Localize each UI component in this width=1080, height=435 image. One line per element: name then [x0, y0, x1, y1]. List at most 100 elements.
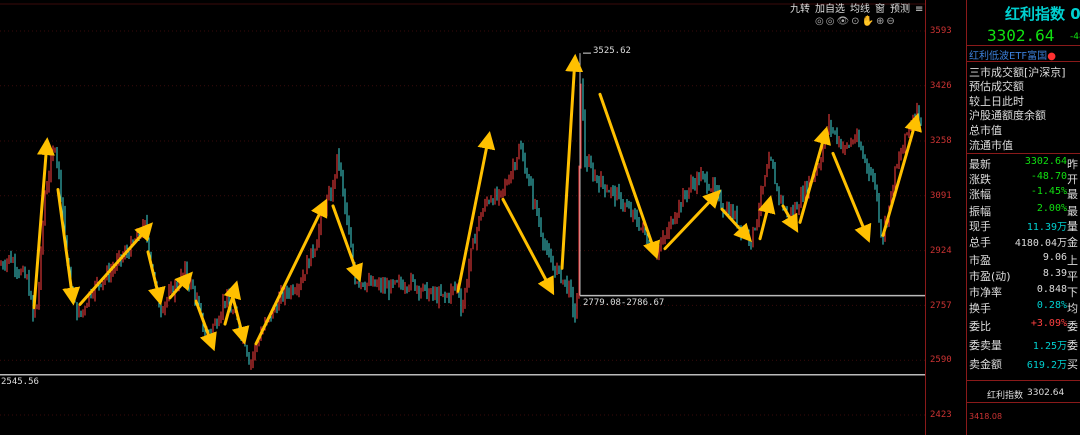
toolbar-window[interactable]: 窗 [875, 4, 885, 15]
trend-arrow [798, 126, 831, 224]
stat-right-label: 量 [1067, 220, 1078, 233]
market-cap-label: 总市值 [969, 124, 1002, 137]
stat-row: 总手 4180.04万金 [969, 234, 1080, 249]
stat-right-label: 均 [1067, 302, 1078, 315]
stat-value: 0.848 [1036, 284, 1067, 295]
stat-label: 委卖量 [969, 339, 1002, 352]
stat-right-label: 买 [1067, 358, 1078, 371]
mini-chart-tick: 3418.08 [969, 412, 1003, 421]
est-turnover-label: 预估成交额 [969, 80, 1024, 93]
divider [967, 45, 1080, 46]
stat-value: 11.39万 [1026, 222, 1067, 233]
y-tick: 2757 [930, 301, 952, 311]
stat-row: 现手 11.39万量 [969, 218, 1080, 233]
y-tick: 3258 [930, 136, 952, 146]
toolbar-jiuzhuan[interactable]: 九转 [790, 4, 810, 15]
y-tick: 2423 [930, 410, 952, 420]
eye-icon[interactable]: 👁 [836, 16, 851, 27]
y-tick: 3426 [930, 81, 952, 91]
stat-row: 最新 3302.64 昨 [969, 156, 1080, 171]
mini-chart-value: 3302.64 [1027, 388, 1065, 398]
stat-label: 最新 [969, 158, 991, 171]
y-tick: 3091 [930, 191, 952, 201]
stat-row: 卖金额 619.2万买 [969, 356, 1080, 371]
divider [967, 153, 1080, 154]
stat-label: 市盈 [969, 254, 991, 267]
trend-arrow [560, 53, 584, 270]
stat-label: 换手 [969, 302, 991, 315]
stat-value: 4180.04万 [1014, 238, 1067, 249]
stat-row: 涨跌 -48.70 开 [969, 171, 1080, 186]
y-tick: 2590 [930, 355, 952, 365]
stat-value: -48.70 [1030, 171, 1067, 182]
current-price: 3302.64 [987, 26, 1055, 45]
toolbar-moving-average[interactable]: 均线 [850, 4, 870, 15]
candlestick-chart[interactable]: 九转 加自选 均线窗预测 ≡ ◎◎👁⊙✋⊕⊖ 3525.62 2779.08-2786… [0, 0, 925, 435]
target-icon[interactable]: ◎ [826, 16, 837, 27]
y-tick: 3593 [930, 26, 952, 36]
etf-link[interactable]: 红利低波ETF富国● [969, 47, 1056, 62]
stat-value: 3302.64 [1024, 156, 1067, 167]
trend-arrow [831, 151, 872, 243]
stat-value: 1.25万 [1032, 341, 1067, 352]
stat-right-label: 平 [1067, 270, 1078, 283]
stat-row: 振幅 2.00% 最 [969, 203, 1080, 218]
stat-value: 0.28% [1036, 300, 1067, 311]
trend-arrow [881, 112, 922, 237]
stat-label: 委比 [969, 320, 991, 333]
divider [967, 402, 1080, 403]
stat-label: 市盈(动) [969, 270, 1011, 283]
stat-label: 涨跌 [969, 173, 991, 186]
stat-right-label: 下 [1067, 286, 1078, 299]
connect-quota-label: 沪股通额度余额 [969, 109, 1046, 122]
toolbar-forecast[interactable]: 预测 [890, 4, 910, 15]
range-marker-label: 2779.08-2786.67 [583, 298, 665, 308]
zoom-in-icon[interactable]: ⊕ [876, 16, 886, 27]
price-axis: 3593 3426 3258 3091 2924 2757 2590 2423 [925, 0, 966, 435]
trend-arrow [331, 204, 363, 283]
stat-right-label: 委 [1067, 339, 1078, 352]
stat-value: 8.39 [1042, 268, 1067, 279]
stat-right-label: 上 [1067, 254, 1078, 267]
stat-value: +3.09% [1030, 318, 1067, 329]
quote-panel: 红利指数 0 3302.64 -48 红利低波ETF富国● 三市成交额[沪深京]… [966, 0, 1080, 435]
stat-row: 委比 +3.09% 委 [969, 318, 1080, 333]
stat-row: 涨幅 -1.45% 最 [969, 186, 1080, 201]
stat-label: 振幅 [969, 205, 991, 218]
stat-value: 9.06 [1042, 252, 1067, 263]
trend-arrow [78, 222, 153, 306]
settings-icon[interactable]: ◎ [815, 16, 826, 27]
high-marker-label: 3525.62 [593, 46, 631, 56]
stat-label: 卖金额 [969, 358, 1002, 371]
focus-icon[interactable]: ⊙ [851, 16, 861, 27]
hand-icon[interactable]: ✋ [862, 16, 876, 27]
low-marker-label: 2545.56 [1, 377, 39, 387]
stat-label: 总手 [969, 236, 991, 249]
y-tick: 2924 [930, 246, 952, 256]
stat-right-label: 金 [1067, 236, 1078, 249]
zoom-out-icon[interactable]: ⊖ [886, 16, 896, 27]
stat-row: 委卖量 1.25万委 [969, 337, 1080, 352]
mini-chart-label: 红利指数 [987, 391, 1024, 401]
stat-row: 市盈 9.06 上 [969, 252, 1080, 267]
toolbar-add-watchlist[interactable]: 加自选 [815, 4, 845, 15]
chart-canvas[interactable] [0, 0, 925, 435]
price-change: -48 [1070, 32, 1080, 42]
stat-value: -1.45% [1030, 186, 1067, 197]
chart-tool-icons: ◎◎👁⊙✋⊕⊖ [815, 16, 897, 27]
chart-toolbar: 九转 加自选 均线窗预测 ≡ [790, 0, 928, 16]
toolbar-menu-icon[interactable]: ≡ [915, 4, 923, 15]
divider [967, 380, 1080, 381]
index-title[interactable]: 红利指数 0 [1005, 3, 1080, 24]
float-cap-label: 流通市值 [969, 139, 1013, 152]
trend-arrow [456, 130, 496, 293]
stat-right-label: 昨 [1067, 158, 1078, 171]
stat-row: 换手 0.28% 均 [969, 300, 1080, 315]
stat-right-label: 委 [1067, 320, 1078, 333]
stat-right-label: 开 [1067, 173, 1078, 186]
stat-label: 涨幅 [969, 188, 991, 201]
divider [967, 61, 1080, 62]
stat-right-label: 最 [1067, 205, 1078, 218]
trend-arrow [231, 296, 250, 345]
trend-arrow [598, 92, 661, 260]
